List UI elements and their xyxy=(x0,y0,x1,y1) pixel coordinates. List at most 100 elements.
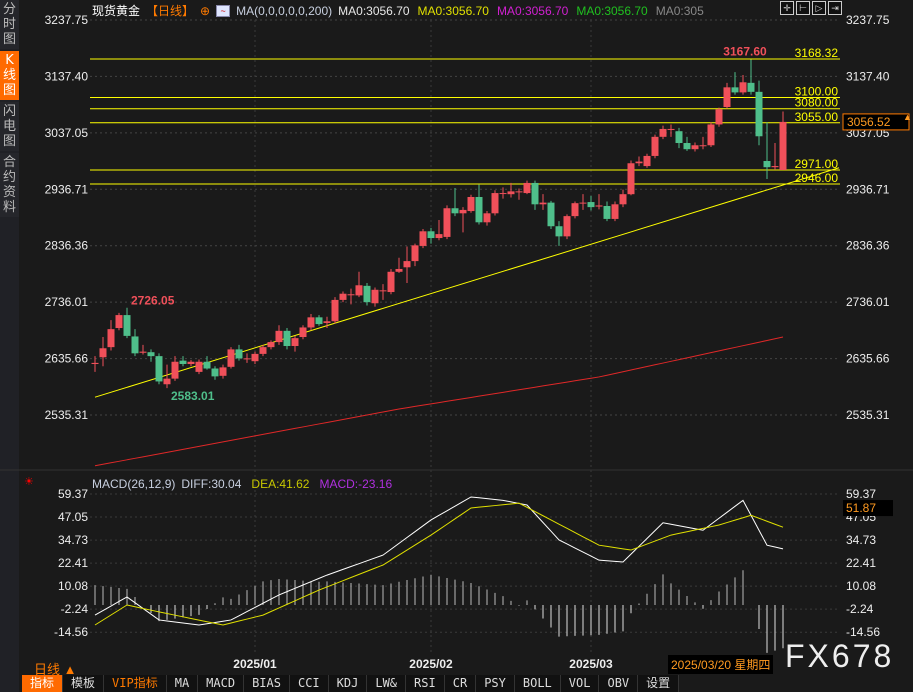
candle-body xyxy=(667,128,675,130)
candle-body xyxy=(491,193,499,214)
chart-legend: 现货黄金 【日线】 ⊕ ~ MA(0,0,0,0,0,200) MA0:3056… xyxy=(92,2,704,19)
candle-body xyxy=(531,182,539,205)
candle-body xyxy=(267,342,275,348)
candle-body xyxy=(219,367,227,376)
candle-body xyxy=(323,321,331,323)
candle-body xyxy=(779,121,787,171)
candle-body xyxy=(643,155,651,167)
ma-value: MA0:3056.70 xyxy=(576,3,648,18)
candle-body xyxy=(163,378,171,385)
ma-value: MA0:305 xyxy=(655,3,704,18)
candle-body xyxy=(547,202,555,227)
x-tick: 2025/03 xyxy=(569,657,613,671)
candle-body xyxy=(387,271,395,293)
candle-body xyxy=(299,327,307,338)
toolbar-tab-11[interactable]: PSY xyxy=(476,675,515,692)
candle-body xyxy=(291,338,299,347)
candle-body xyxy=(443,208,451,237)
horizontal-line-label: 3168.32 xyxy=(795,46,839,60)
toolbar-tab-12[interactable]: BOLL xyxy=(514,675,561,692)
candle-body xyxy=(243,358,251,360)
toolbar-tab-14[interactable]: OBV xyxy=(599,675,639,692)
candle-body xyxy=(747,82,755,92)
candle-body xyxy=(691,145,699,150)
chart-canvas[interactable]: 3237.75 3237.753137.40 3137.403037.05 3037.… xyxy=(0,0,913,692)
candle-body xyxy=(419,231,427,246)
candle-body xyxy=(683,143,691,150)
candle-body xyxy=(731,87,739,93)
toolbar-tab-2[interactable]: VIP指标 xyxy=(104,675,167,692)
y-tick-right: 2635.66 xyxy=(846,352,890,366)
ma-params[interactable]: MA(0,0,0,0,0,200) xyxy=(236,4,332,18)
toolbar-tab-8[interactable]: LW& xyxy=(367,675,407,692)
y-tick-left: 2736.01 xyxy=(45,295,89,309)
candle-body xyxy=(131,336,139,354)
move-right-icon[interactable]: ⇥ xyxy=(828,1,842,15)
toolbar-tab-1[interactable]: 模板 xyxy=(63,675,105,692)
candle-body xyxy=(315,317,323,325)
toolbar-tab-15[interactable]: 设置 xyxy=(638,675,680,692)
candle-body xyxy=(507,191,515,195)
up-arrow-icon: ▲ xyxy=(903,112,912,122)
macd-y-tick-left: -2.24 xyxy=(61,602,89,616)
macd-value: MACD:-23.16 xyxy=(319,477,393,491)
candle-body xyxy=(723,87,731,108)
candle-body xyxy=(603,205,611,219)
zoom-in-icon[interactable]: ⊢ xyxy=(796,1,810,15)
candle-body xyxy=(563,216,571,237)
candle-body xyxy=(331,299,339,322)
candle-body xyxy=(371,289,379,304)
toolbar-tab-13[interactable]: VOL xyxy=(560,675,600,692)
toolbar-tab-3[interactable]: MA xyxy=(166,675,199,692)
candle-body xyxy=(699,145,707,147)
candle-body xyxy=(739,82,747,93)
candle-body xyxy=(475,196,483,223)
toolbar-tab-5[interactable]: BIAS xyxy=(244,675,290,692)
horizontal-line-label: 3080.00 xyxy=(795,96,839,110)
toolbar-tab-9[interactable]: RSI xyxy=(406,675,445,692)
y-tick-left: 2635.66 xyxy=(45,352,89,366)
candle-body xyxy=(339,293,347,300)
y-tick-left: 3237.75 xyxy=(45,13,89,27)
candle-body xyxy=(275,330,283,343)
macd-y-tick-left: -14.56 xyxy=(54,625,88,639)
candle-body xyxy=(595,205,603,207)
toolbar-tab-10[interactable]: CR xyxy=(444,675,477,692)
toolbar-tab-4[interactable]: MACD xyxy=(198,675,245,692)
horizontal-line-label: 2971.00 xyxy=(795,157,839,171)
macd-name[interactable]: MACD(26,12,9) xyxy=(92,477,175,491)
indicator-marker-icon[interactable]: ☀ xyxy=(24,475,34,488)
candle-body xyxy=(675,131,683,144)
candle-body xyxy=(499,193,507,195)
candle-body xyxy=(539,202,547,205)
symbol-name: 现货黄金 xyxy=(92,4,141,18)
toolbar-tab-0[interactable]: 指标 xyxy=(22,675,64,692)
candle-body xyxy=(139,351,147,353)
candle-body xyxy=(411,245,419,262)
candle-body xyxy=(763,161,771,168)
price-annotation: 2726.05 xyxy=(131,294,175,308)
candle-body xyxy=(403,261,411,268)
ma-chart-icon[interactable]: ~ xyxy=(216,4,231,17)
candle-body xyxy=(123,315,131,336)
crosshair-icon[interactable]: ✛ xyxy=(780,1,794,15)
toolbar-tab-6[interactable]: CCI xyxy=(289,675,329,692)
indicator-toolbar: 指标 模板 VIP指标 MA MACD BIAS CCI KDJ LW& RSI CR PSY BOLL… xyxy=(22,675,680,692)
watermark-logo: FX678 xyxy=(785,638,895,674)
y-tick-left: 3137.40 xyxy=(45,69,89,83)
dea-line xyxy=(94,502,784,626)
ma-value: MA0:3056.70 xyxy=(338,3,410,18)
candle-body xyxy=(459,209,467,214)
price-annotation: 2583.01 xyxy=(171,389,215,403)
crosshair-icon[interactable]: ⊕ xyxy=(200,4,210,18)
candle-body xyxy=(483,213,491,223)
candle-body xyxy=(619,194,627,205)
ma-value: MA0:3056.70 xyxy=(496,3,569,18)
macd-y-tick-left: 59.37 xyxy=(58,487,88,501)
candle-body xyxy=(523,182,531,194)
y-tick-left: 2535.31 xyxy=(45,408,89,422)
macd-current-value: 51.87 xyxy=(846,501,876,515)
toolbar-tab-7[interactable]: KDJ xyxy=(328,675,368,692)
x-tick: 2025/01 xyxy=(233,657,277,671)
zoom-out-icon[interactable]: ▷ xyxy=(812,1,826,15)
